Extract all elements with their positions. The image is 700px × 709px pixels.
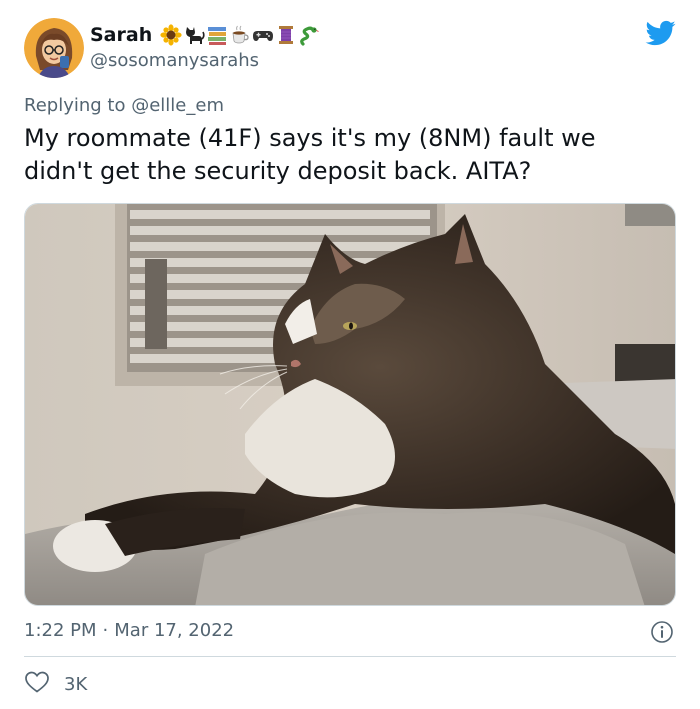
engagement-divider [24,656,676,657]
info-icon[interactable] [650,620,674,644]
tweet-timestamp[interactable]: 1:22 PM · Mar 17, 2022 [24,620,234,641]
author-handle[interactable]: @sosomanysarahs [90,50,259,71]
like-action[interactable]: 3K [24,670,87,698]
author-avatar[interactable] [24,18,84,78]
author-name-row: Sarah [90,22,320,48]
thread-spool-icon [275,24,297,46]
replying-to-label: Replying to [24,95,126,116]
replying-to-line: Replying to @ellle_em [24,95,224,116]
black-cat-icon [183,24,205,46]
heart-icon[interactable] [24,670,50,698]
sunflower-icon [160,24,182,46]
author-display-name[interactable]: Sarah [90,24,152,46]
meta-separator: · [102,620,109,641]
tweet-time: 1:22 PM [24,620,97,641]
tweet-date: Mar 17, 2022 [114,620,235,641]
like-count: 3K [64,673,88,695]
books-icon [206,24,228,46]
snake-icon [298,24,320,46]
twitter-bird-icon[interactable] [644,18,678,48]
tweet-media-photo[interactable] [24,203,676,606]
tweet-text: My roommate (41F) says it's my (8NM) fau… [24,124,596,185]
reply-handle-link[interactable]: @ellle_em [131,95,224,116]
coffee-icon [229,24,251,46]
game-controller-icon [252,24,274,46]
name-emoji-row [160,24,320,46]
